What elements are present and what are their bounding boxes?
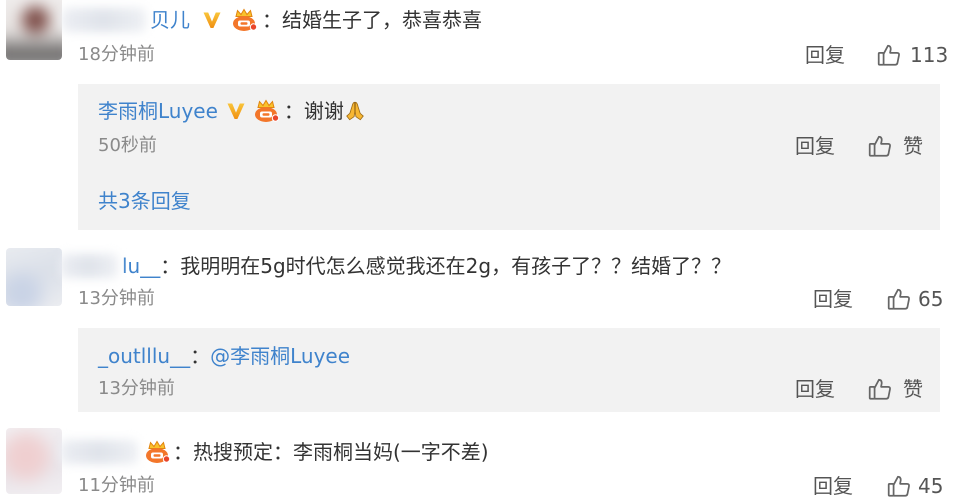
username-blurred[interactable] (60, 440, 138, 464)
avatar[interactable] (6, 248, 62, 306)
thumbs-up-icon[interactable] (886, 286, 912, 312)
thumbs-up-icon[interactable] (867, 133, 893, 159)
thumbs-up-icon[interactable] (886, 473, 912, 499)
like-count[interactable]: 45 (918, 473, 943, 499)
reply-box: _outlllu__ ： @李雨桐Luyee 13分钟前 回复 赞 (78, 328, 940, 412)
reply-button[interactable]: 回复 (805, 42, 845, 68)
comment-time: 18分钟前 (78, 44, 155, 65)
avatar-blur (6, 428, 62, 494)
username-link[interactable]: 贝儿 (150, 6, 190, 34)
like-count[interactable]: 113 (910, 42, 948, 68)
comment-text: ：我明明在5g时代怎么感觉我还在2g，有孩子了？？结婚了？？ (160, 254, 732, 278)
more-replies-link[interactable]: 共3条回复 (98, 188, 191, 214)
avatar[interactable] (6, 0, 62, 60)
verified-v-icon (203, 12, 221, 28)
crown-badge-icon (232, 9, 258, 32)
avatar[interactable] (6, 428, 62, 494)
reply-button[interactable]: 回复 (795, 133, 835, 159)
reply-time: 13分钟前 (98, 378, 175, 399)
like-count[interactable]: 65 (918, 286, 943, 312)
crown-badge-icon (254, 100, 280, 123)
like-button-label[interactable]: 赞 (903, 376, 923, 402)
avatar-blur (6, 0, 62, 60)
reply-header: _outlllu__ ： @李雨桐Luyee (98, 342, 350, 370)
crown-badge-icon (145, 441, 171, 464)
username-blurred[interactable] (60, 254, 118, 278)
verified-v-icon (227, 103, 245, 119)
username-blurred[interactable] (62, 8, 146, 32)
reply-box: 李雨桐Luyee ：谢谢 50秒前 回复 赞 共3条回复 (78, 84, 940, 230)
comment-text: ：热搜预定：李雨桐当妈(一字不差) (173, 440, 489, 464)
thumbs-up-icon[interactable] (867, 376, 893, 402)
reply-username-link[interactable]: _outlllu__ (98, 342, 190, 370)
comment-header: ：热搜预定：李雨桐当妈(一字不差) (60, 438, 489, 466)
reply-text: ：谢谢 (283, 99, 344, 123)
reply-text: ： (190, 344, 211, 368)
reply-button[interactable]: 回复 (813, 473, 853, 499)
comment-time: 13分钟前 (78, 288, 155, 309)
like-button-label[interactable]: 赞 (903, 133, 923, 159)
reply-header: 李雨桐Luyee ：谢谢 (98, 97, 366, 125)
reply-time: 50秒前 (98, 135, 157, 156)
reply-username-link[interactable]: 李雨桐Luyee (98, 97, 218, 125)
avatar-blur (6, 248, 62, 306)
reply-button[interactable]: 回复 (795, 376, 835, 402)
comment-header: 贝儿 ：结婚生子了，恭喜恭喜 (62, 6, 482, 34)
folded-hands-icon (346, 101, 364, 121)
username-link[interactable]: lu__ (122, 252, 160, 280)
comment-time: 11分钟前 (78, 475, 155, 496)
comment-text: ：结婚生子了，恭喜恭喜 (262, 8, 482, 32)
comment-header: lu__ ：我明明在5g时代怎么感觉我还在2g，有孩子了？？结婚了？？ (60, 252, 731, 280)
thumbs-up-icon[interactable] (876, 42, 902, 68)
mention-link[interactable]: @李雨桐Luyee (210, 342, 350, 370)
reply-button[interactable]: 回复 (813, 286, 853, 312)
